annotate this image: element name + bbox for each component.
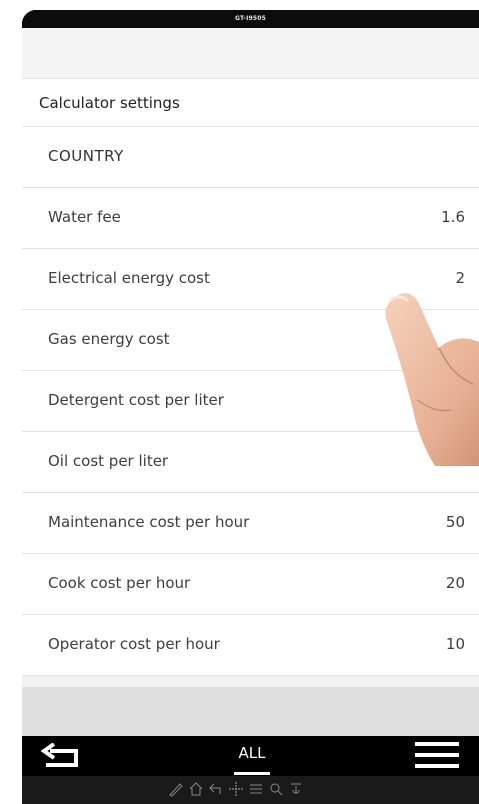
bottom-spacer: [22, 687, 479, 736]
setting-label: Maintenance cost per hour: [48, 513, 250, 531]
device-frame: GT-I9505 Calculator settings COUNTRY Wat…: [22, 10, 479, 804]
top-spacer: [22, 28, 479, 79]
setting-row-water-fee[interactable]: Water fee 1.6: [22, 188, 479, 249]
bottom-navbar: ALL: [22, 736, 479, 776]
setting-row-maintenance-cost[interactable]: Maintenance cost per hour 50: [22, 493, 479, 554]
setting-label: Detergent cost per liter: [48, 391, 224, 409]
return-icon[interactable]: [208, 781, 224, 797]
app-screen: Calculator settings COUNTRY Water fee 1.…: [22, 28, 479, 736]
tab-active-indicator: [234, 772, 270, 775]
setting-label: Oil cost per liter: [48, 452, 169, 470]
home-icon[interactable]: [188, 781, 204, 797]
search-icon[interactable]: [268, 781, 284, 797]
setting-label: Operator cost per hour: [48, 635, 220, 653]
hamburger-menu-icon[interactable]: [415, 742, 459, 772]
tab-all-label: ALL: [238, 744, 266, 762]
setting-row-operator-cost[interactable]: Operator cost per hour 10: [22, 615, 479, 676]
page-title-bar: Calculator settings: [22, 79, 479, 127]
setting-value: 50: [445, 513, 465, 531]
page-title: Calculator settings: [39, 94, 180, 112]
section-header-country[interactable]: COUNTRY: [22, 127, 479, 188]
setting-value: 2: [455, 269, 465, 287]
tab-all[interactable]: ALL: [222, 736, 282, 776]
pen-icon[interactable]: [168, 781, 184, 797]
setting-label: Electrical energy cost: [48, 269, 210, 287]
list-icon[interactable]: [248, 781, 264, 797]
setting-label: Gas energy cost: [48, 330, 170, 348]
move-icon[interactable]: [228, 781, 244, 797]
back-arrow-icon[interactable]: [40, 743, 84, 771]
system-toolbar: [22, 776, 479, 804]
setting-label: Water fee: [48, 208, 121, 226]
setting-value: 1.6: [441, 208, 465, 226]
setting-value: 20: [445, 574, 465, 592]
section-header-label: COUNTRY: [48, 147, 124, 165]
device-model-label: GT-I9505: [22, 10, 479, 28]
setting-row-cook-cost[interactable]: Cook cost per hour 20: [22, 554, 479, 615]
pointing-hand-icon: [385, 293, 479, 466]
setting-label: Cook cost per hour: [48, 574, 191, 592]
setting-value: 10: [445, 635, 465, 653]
touch-icon[interactable]: [288, 781, 304, 797]
